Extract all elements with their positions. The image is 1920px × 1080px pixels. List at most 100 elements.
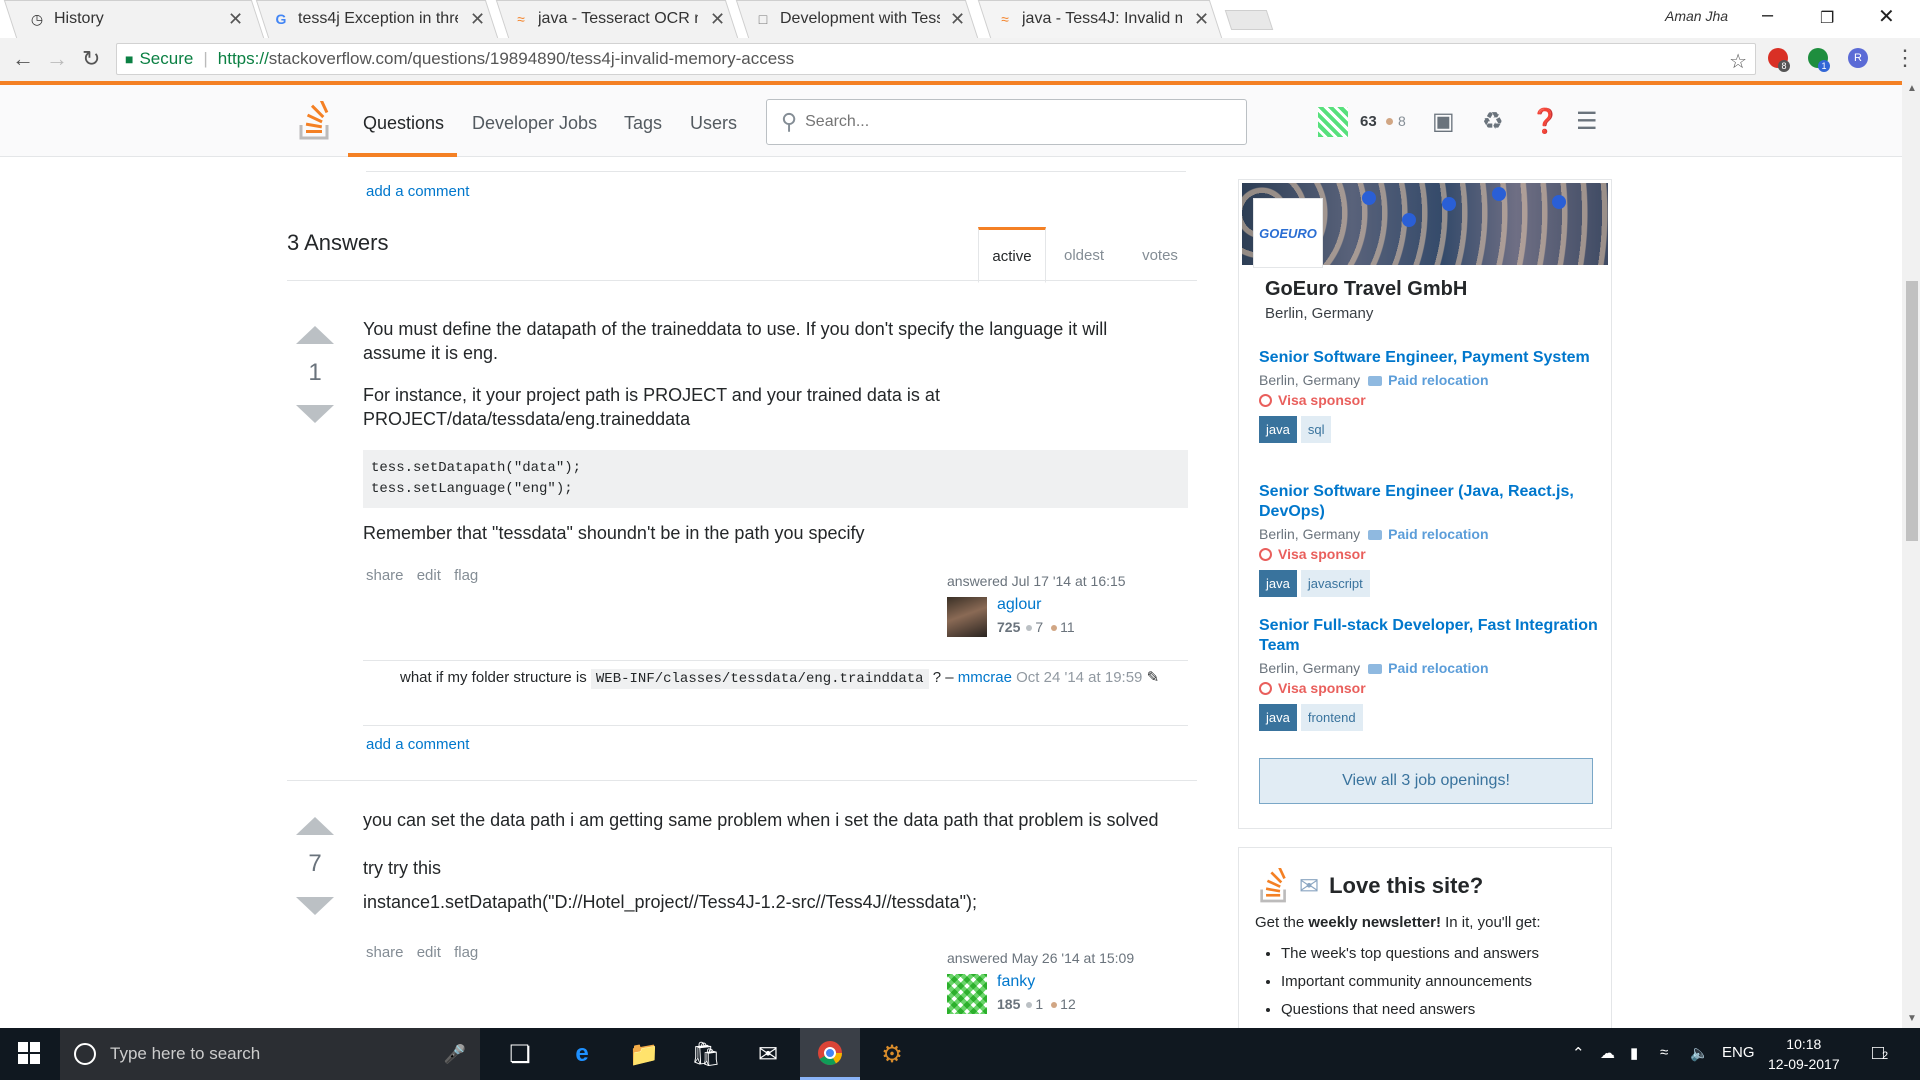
company-logo[interactable]: GOEURO xyxy=(1253,198,1323,268)
flag-link[interactable]: flag xyxy=(454,944,478,961)
restore-icon[interactable]: ❐ xyxy=(1820,8,1834,28)
user-avatar[interactable] xyxy=(1318,107,1348,137)
close-tab-icon[interactable]: ✕ xyxy=(228,9,243,30)
job-title-link[interactable]: Senior Software Engineer (Java, React.js… xyxy=(1259,482,1599,522)
company-name[interactable]: GoEuro Travel GmbH xyxy=(1265,278,1467,301)
flag-link[interactable]: flag xyxy=(454,567,478,584)
truck-icon xyxy=(1368,664,1383,675)
job-location: Berlin, Germany xyxy=(1259,372,1361,388)
scroll-down-icon[interactable]: ▼ xyxy=(1907,1013,1917,1024)
edit-link[interactable]: edit xyxy=(417,567,441,584)
windows-start-icon[interactable] xyxy=(18,1042,40,1064)
edge-icon[interactable]: e xyxy=(552,1028,612,1080)
view-all-jobs-button[interactable]: View all 3 job openings! xyxy=(1259,758,1593,804)
site-switcher-icon[interactable]: ☰ xyxy=(1576,107,1598,136)
microphone-icon[interactable]: 🎤 xyxy=(444,1044,466,1065)
close-tab-icon[interactable]: ✕ xyxy=(1194,9,1209,30)
job-title-link[interactable]: Senior Software Engineer, Payment System xyxy=(1259,348,1599,368)
tag-frontend[interactable]: frontend xyxy=(1300,704,1363,731)
comment-user-link[interactable]: mmcrae xyxy=(958,669,1012,686)
vote-down-icon[interactable] xyxy=(296,897,334,915)
back-icon[interactable]: ← xyxy=(12,46,34,72)
nav-users[interactable]: Users xyxy=(690,113,737,134)
new-tab-button[interactable] xyxy=(1224,10,1274,30)
vote-up-icon[interactable] xyxy=(296,817,334,835)
share-link[interactable]: share xyxy=(366,944,404,961)
mail-icon[interactable]: ✉ xyxy=(738,1028,798,1080)
tag-java[interactable]: java xyxy=(1259,704,1297,731)
truck-icon xyxy=(1368,376,1383,387)
scroll-up-icon[interactable]: ▲ xyxy=(1907,83,1917,94)
close-window-icon[interactable]: ✕ xyxy=(1878,4,1895,29)
answered-timestamp[interactable]: answered May 26 '14 at 15:09 xyxy=(947,950,1134,966)
user-name-link[interactable]: aglour xyxy=(997,596,1041,614)
screen: ◷ History ✕ G tess4j Exception in threa … xyxy=(0,0,1920,1080)
add-comment-link[interactable]: add a comment xyxy=(366,183,469,200)
taskbar-search[interactable]: Type here to search 🎤 xyxy=(60,1028,480,1080)
volume-icon[interactable]: 🔈 xyxy=(1690,1044,1709,1062)
chrome-icon[interactable] xyxy=(800,1028,860,1080)
share-link[interactable]: share xyxy=(366,567,404,584)
app-icon[interactable]: ⚙ xyxy=(862,1028,922,1080)
user-name-link[interactable]: fanky xyxy=(997,973,1035,991)
close-tab-icon[interactable]: ✕ xyxy=(710,9,725,30)
tag-java[interactable]: java xyxy=(1259,570,1297,597)
address-bar[interactable]: ■ Secure | https:// stackoverflow.com/qu… xyxy=(116,43,1756,75)
add-comment-link[interactable]: add a comment xyxy=(366,736,469,753)
tag-javascript[interactable]: javascript xyxy=(1300,570,1370,597)
sort-tab-oldest[interactable]: oldest xyxy=(1046,227,1122,283)
user-avatar[interactable] xyxy=(947,597,987,637)
tag-sql[interactable]: sql xyxy=(1300,416,1332,443)
bronze-badge-count: 8 xyxy=(1398,113,1406,129)
taskbar-clock[interactable]: 10:18 12-09-2017 xyxy=(1768,1034,1840,1074)
job-tags: java frontend xyxy=(1259,704,1599,731)
bookmark-star-icon[interactable]: ☆ xyxy=(1729,49,1747,74)
reload-icon[interactable]: ↻ xyxy=(82,46,100,72)
vote-down-icon[interactable] xyxy=(296,405,334,423)
wifi-icon[interactable]: ≈ xyxy=(1660,1044,1668,1061)
nav-developer-jobs[interactable]: Developer Jobs xyxy=(472,113,597,134)
onedrive-icon[interactable]: ☁ xyxy=(1600,1044,1615,1062)
close-tab-icon[interactable]: ✕ xyxy=(950,9,965,30)
close-tab-icon[interactable]: ✕ xyxy=(470,9,485,30)
sort-tab-votes[interactable]: votes xyxy=(1122,227,1198,283)
job-tags: java javascript xyxy=(1259,570,1599,597)
extension-badge: 8 xyxy=(1778,60,1790,72)
edit-link[interactable]: edit xyxy=(417,944,441,961)
battery-icon[interactable]: ▮ xyxy=(1630,1044,1638,1062)
store-icon[interactable]: 🛍 xyxy=(676,1028,736,1080)
tray-expand-icon[interactable]: ⌃ xyxy=(1572,1044,1585,1062)
comment: what if my folder structure is WEB-INF/c… xyxy=(363,660,1188,726)
nav-tags[interactable]: Tags xyxy=(624,113,662,134)
forward-icon[interactable]: → xyxy=(46,46,68,72)
task-view-icon[interactable]: ❏ xyxy=(490,1028,550,1080)
help-icon[interactable]: ❓ xyxy=(1530,107,1560,136)
job-listing: Senior Software Engineer, Payment System… xyxy=(1259,348,1599,443)
profile-name[interactable]: Aman Jha xyxy=(1665,8,1728,24)
reputation-score: 185 xyxy=(997,996,1021,1012)
user-avatar[interactable] xyxy=(947,974,987,1014)
comment-date[interactable]: Oct 24 '14 at 19:59 xyxy=(1016,669,1142,686)
achievements-trophy-icon[interactable]: ♻ xyxy=(1482,107,1504,136)
document-icon: □ xyxy=(758,11,768,27)
nav-questions[interactable]: Questions xyxy=(363,113,444,134)
post-menu: share edit flag xyxy=(366,567,487,584)
inbox-icon[interactable]: ▣ xyxy=(1432,107,1455,136)
extension-icon[interactable]: R xyxy=(1848,48,1868,68)
search-input[interactable] xyxy=(805,113,1206,131)
job-title-link[interactable]: Senior Full-stack Developer, Fast Integr… xyxy=(1259,616,1599,656)
tag-java[interactable]: java xyxy=(1259,416,1297,443)
list-item: The week's top questions and answers xyxy=(1281,940,1539,968)
relocation-label: Paid relocation xyxy=(1388,526,1489,542)
answered-timestamp[interactable]: answered Jul 17 '14 at 16:15 xyxy=(947,573,1126,589)
page-scrollbar[interactable]: ▲ ▼ xyxy=(1902,81,1920,1028)
file-explorer-icon[interactable]: 📁 xyxy=(614,1028,674,1080)
scrollbar-thumb[interactable] xyxy=(1906,281,1918,541)
chrome-menu-icon[interactable]: ⋮ xyxy=(1894,45,1916,71)
sort-tab-active[interactable]: active xyxy=(978,227,1046,283)
minimize-icon[interactable]: – xyxy=(1762,4,1773,27)
vote-up-icon[interactable] xyxy=(296,326,334,344)
stackoverflow-logo[interactable] xyxy=(298,101,332,141)
language-indicator[interactable]: ENG xyxy=(1722,1044,1755,1061)
bronze-badge-icon xyxy=(1386,118,1393,125)
